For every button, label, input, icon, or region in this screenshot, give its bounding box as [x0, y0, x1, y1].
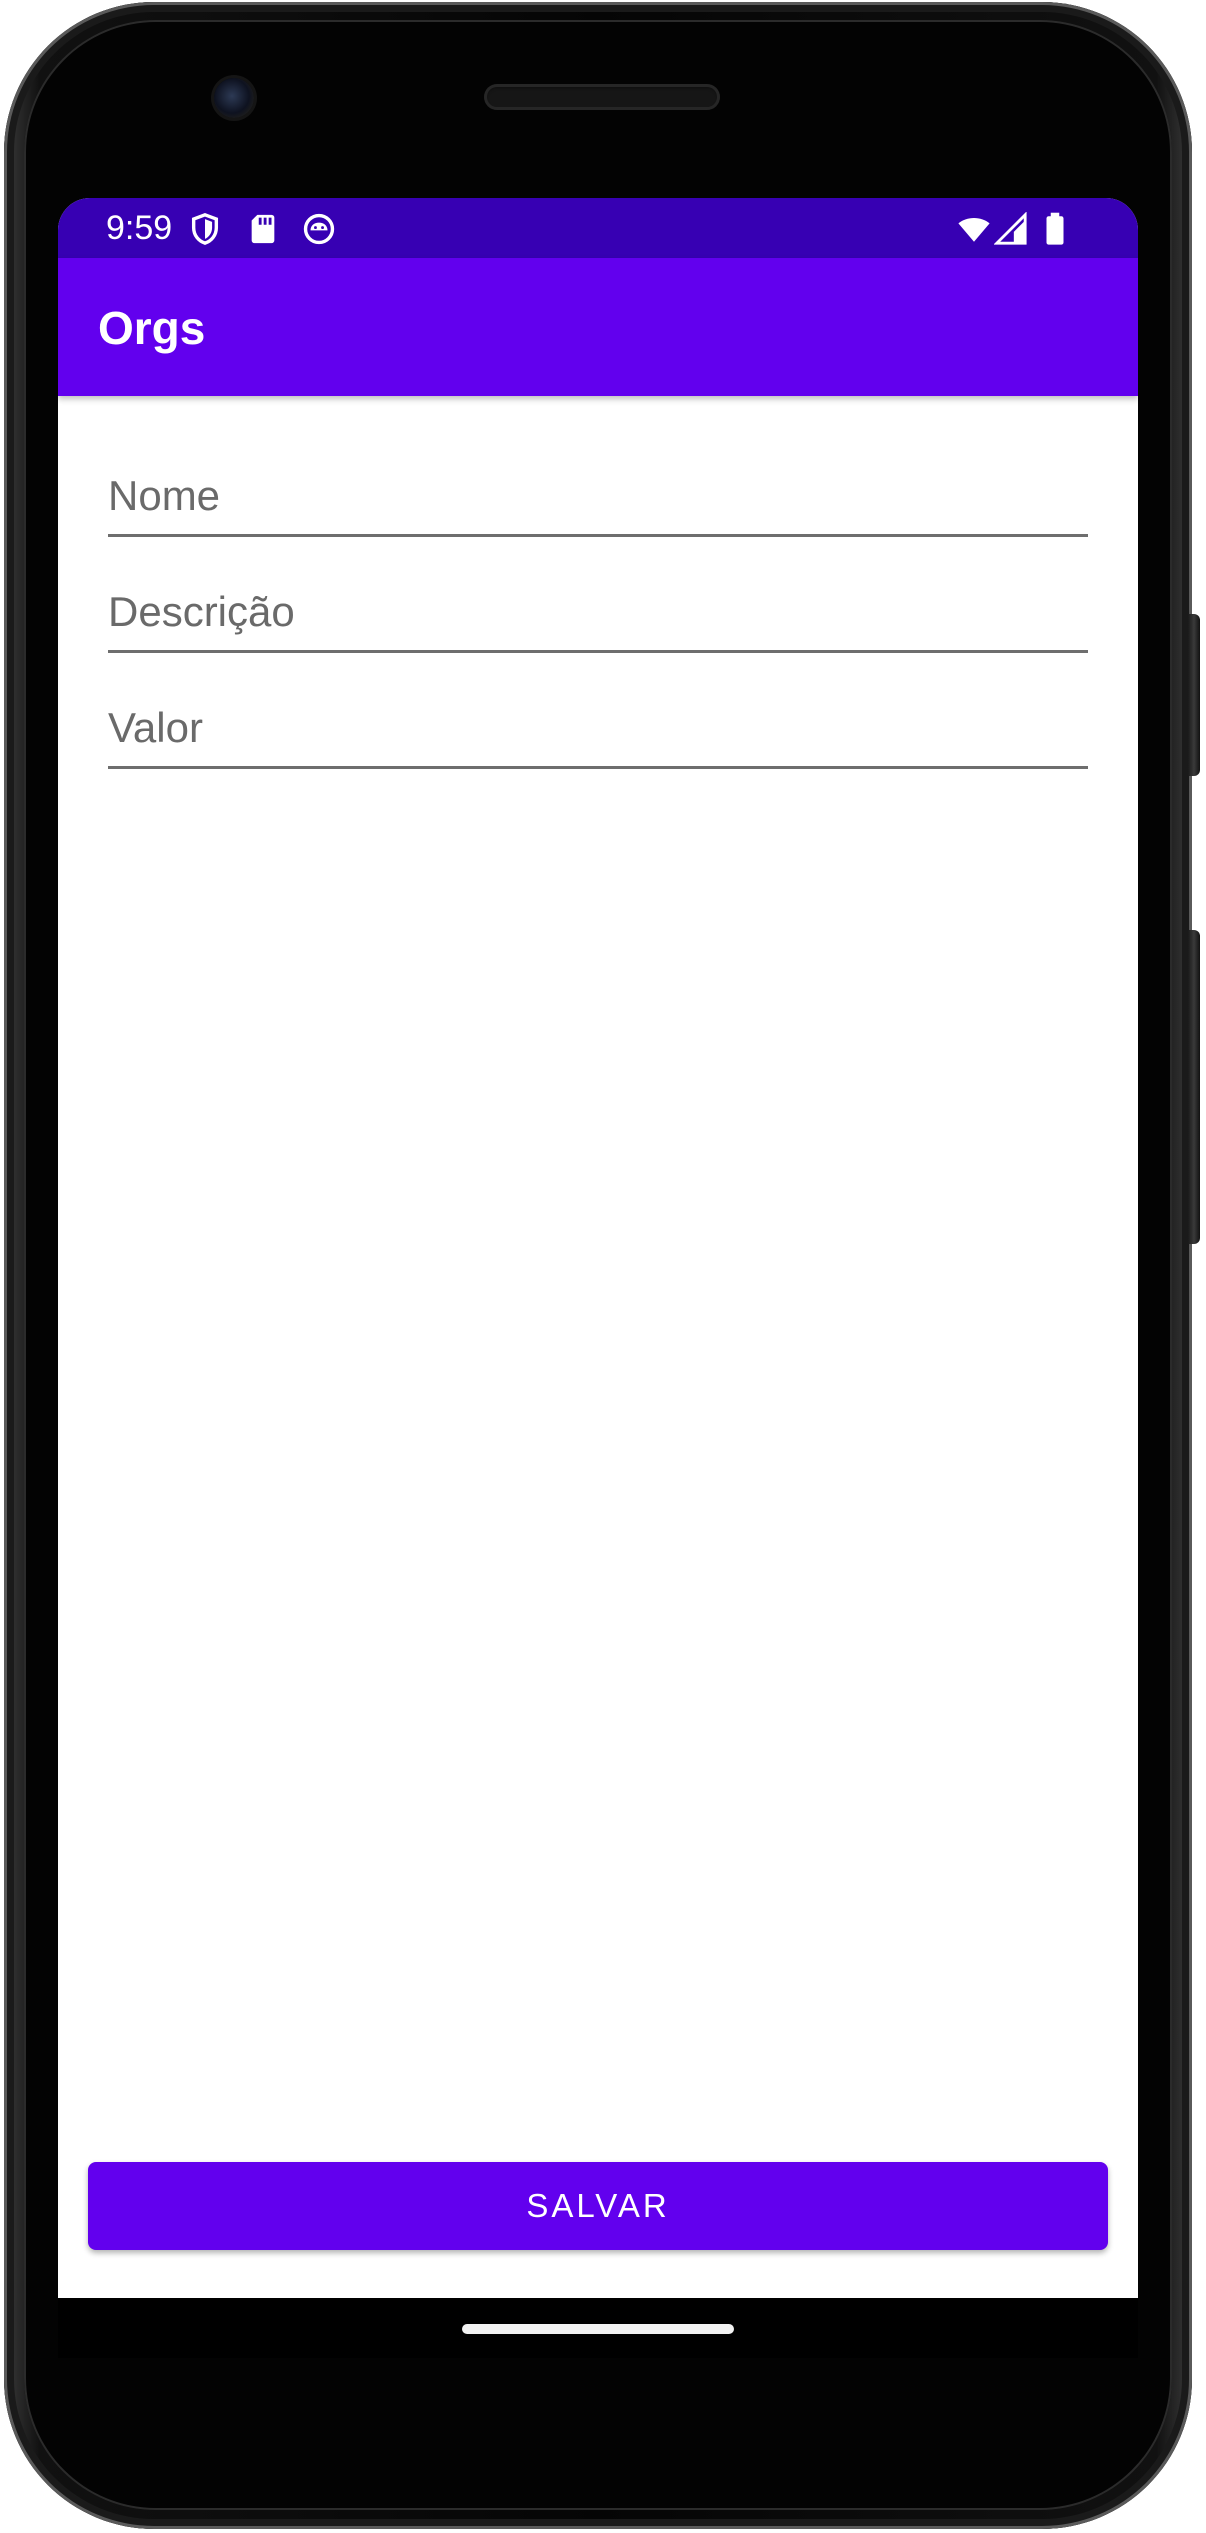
product-form	[108, 458, 1088, 806]
volume-rocker	[1188, 930, 1200, 1244]
status-time: 9:59	[106, 209, 173, 247]
valor-input[interactable]	[108, 700, 1088, 756]
app-bar: Orgs	[58, 258, 1138, 396]
signal-icon	[994, 212, 1028, 246]
wifi-icon	[954, 212, 994, 246]
status-bar: 9:59	[58, 198, 1138, 258]
save-button[interactable]: SALVAR	[88, 2162, 1108, 2250]
app-screen: 9:59 Orgs SALVAR	[58, 198, 1138, 2298]
power-button	[1188, 614, 1200, 776]
earpiece-speaker	[484, 84, 720, 110]
shield-icon	[188, 212, 222, 246]
descricao-field	[108, 574, 1088, 653]
valor-field	[108, 690, 1088, 769]
nome-field	[108, 458, 1088, 537]
front-camera	[214, 78, 254, 118]
nome-input[interactable]	[108, 468, 1088, 524]
navigation-bar	[58, 2298, 1138, 2358]
sd-card-icon	[246, 212, 280, 246]
descricao-input[interactable]	[108, 584, 1088, 640]
emulator-icon	[302, 212, 336, 246]
home-gesture-handle[interactable]	[462, 2324, 734, 2334]
battery-icon	[1042, 212, 1068, 246]
page-title: Orgs	[98, 302, 206, 354]
